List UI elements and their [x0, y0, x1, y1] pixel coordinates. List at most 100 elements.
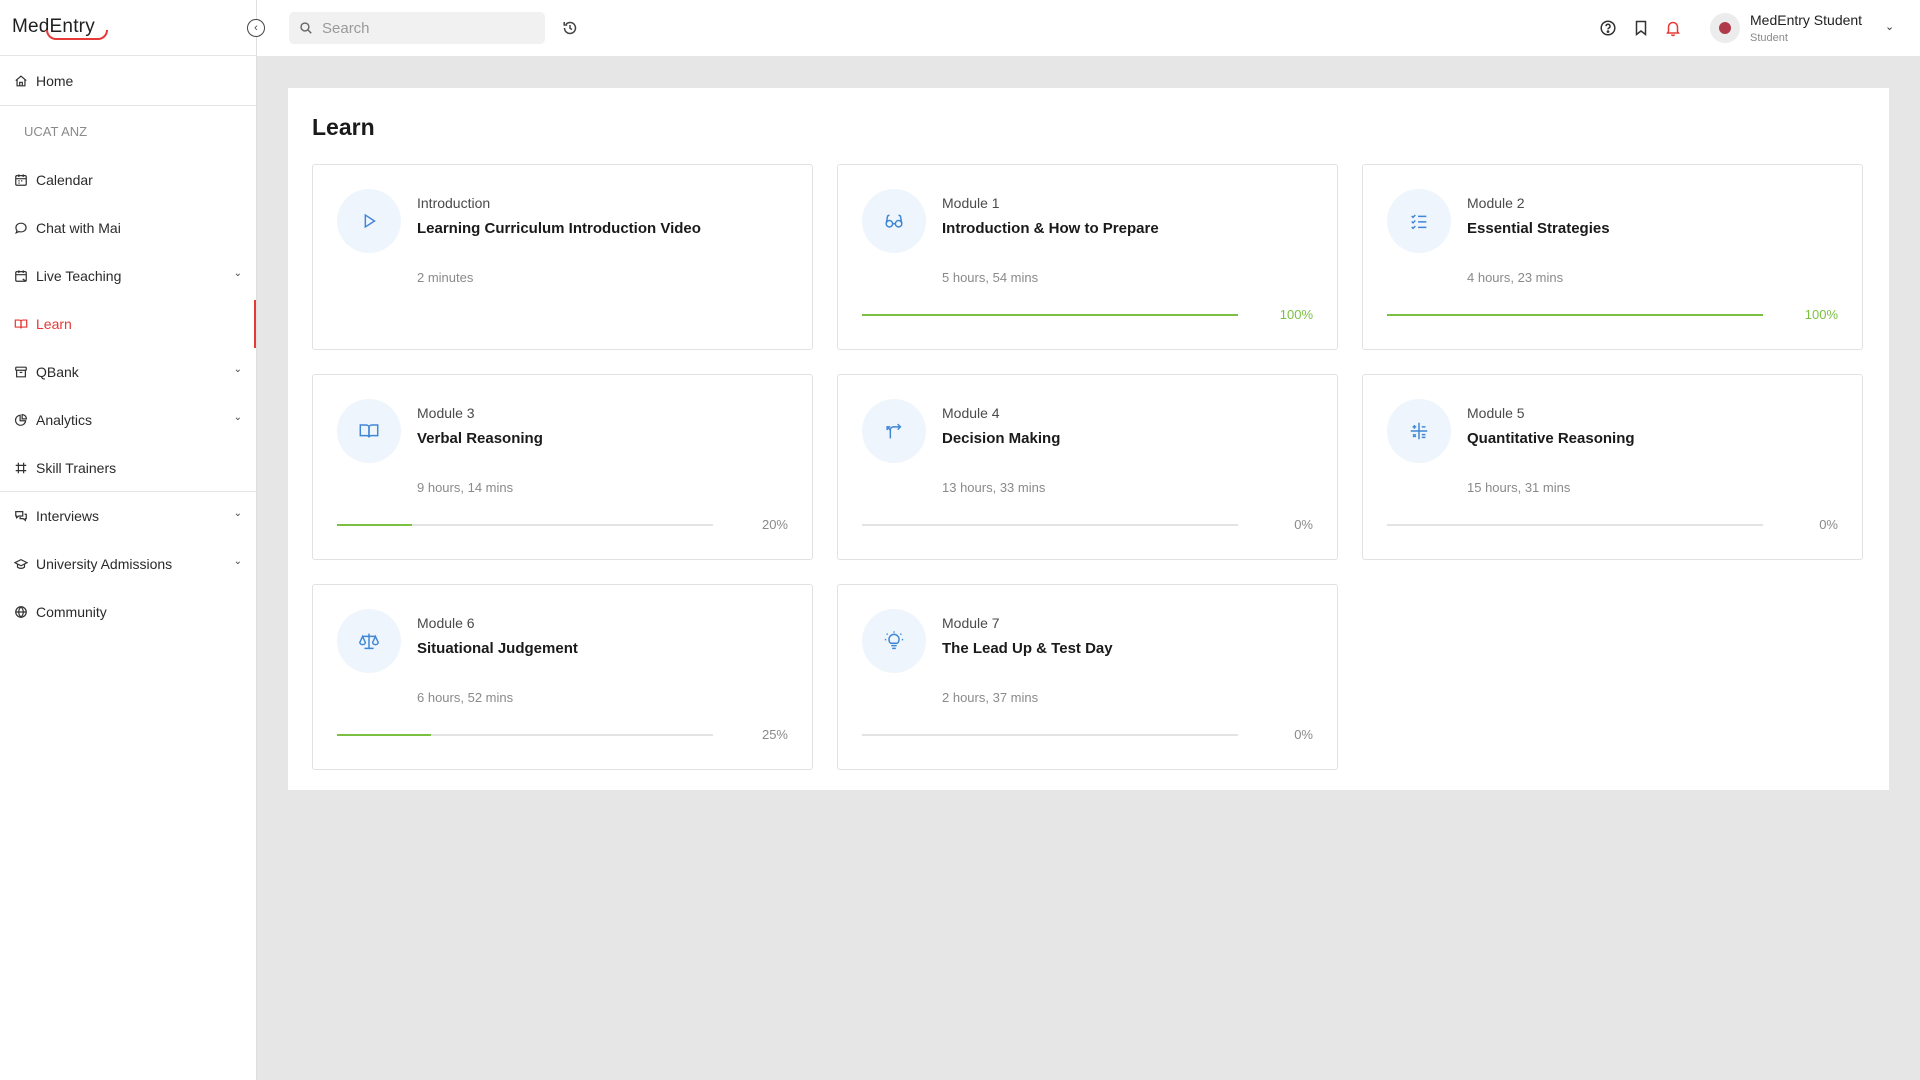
module-card-5[interactable]: Module 5 Quantitative Reasoning 15 hours…: [1362, 374, 1863, 560]
progress-fill: [337, 734, 431, 736]
progress-percent: 0%: [1819, 517, 1838, 532]
page-title: Learn: [312, 114, 375, 140]
chevron-down-icon[interactable]: ⌄: [234, 364, 242, 375]
chat-icon: [13, 220, 29, 236]
card-title: Learning Curriculum Introduction Video: [417, 220, 701, 237]
progress-percent: 0%: [1294, 517, 1313, 532]
module-card-1[interactable]: Module 1 Introduction & How to Prepare 5…: [837, 164, 1338, 350]
history-icon[interactable]: [561, 19, 579, 37]
interviews-icon: [13, 508, 29, 524]
card-kicker: Module 2: [1467, 195, 1525, 211]
progress-percent: 100%: [1804, 307, 1838, 322]
sidebar-item-label: Live Teaching: [36, 268, 122, 284]
module-card-2[interactable]: Module 2 Essential Strategies 4 hours, 2…: [1362, 164, 1863, 350]
sidebar-item-label: Skill Trainers: [36, 459, 117, 476]
sidebar-nav-ucat: Calendar Chat with Mai Live Teaching ⌄ L…: [0, 156, 256, 636]
card-kicker: Introduction: [417, 195, 491, 211]
card-duration: 9 hours, 14 mins: [417, 480, 514, 495]
sidebar-header: MedEntry: [0, 0, 256, 56]
home-icon: [13, 73, 29, 89]
sidebar-item-interviews[interactable]: Interviews ⌄: [0, 492, 256, 540]
card-title: The Lead Up & Test Day: [942, 640, 1113, 657]
search-icon: [299, 21, 313, 35]
module-card-introduction[interactable]: Introduction Learning Curriculum Introdu…: [312, 164, 813, 350]
sidebar-item-label: Home: [36, 72, 74, 89]
progress-bar: [862, 314, 1238, 316]
chevron-down-icon[interactable]: ⌄: [234, 556, 242, 567]
card-duration: 5 hours, 54 mins: [942, 270, 1039, 285]
lightbulb-icon: [862, 609, 926, 673]
play-icon: [337, 189, 401, 253]
skill-trainers-icon: [13, 460, 29, 476]
card-kicker: Module 5: [1467, 405, 1525, 421]
search-box[interactable]: [289, 12, 545, 44]
learn-panel: Learn Introduction Learning Curriculum I…: [288, 88, 1889, 790]
sidebar-item-home[interactable]: Home: [0, 56, 256, 106]
book-icon: [13, 316, 29, 332]
sidebar-item-chat-with-mai[interactable]: Chat with Mai: [0, 204, 256, 252]
open-book-icon: [337, 399, 401, 463]
module-card-7[interactable]: Module 7 The Lead Up & Test Day 2 hours,…: [837, 584, 1338, 770]
calendar-icon: [13, 172, 29, 188]
card-duration: 4 hours, 23 mins: [1467, 270, 1564, 285]
progress-fill: [337, 524, 413, 526]
progress-percent: 20%: [761, 517, 788, 532]
collapse-sidebar-icon[interactable]: ‹: [247, 19, 265, 37]
user-name: MedEntry Student: [1750, 12, 1863, 28]
progress-fill: [862, 314, 1238, 316]
logo-smile-mark: [46, 30, 108, 40]
sidebar-item-label: Learn: [36, 316, 72, 332]
sidebar-item-label: QBank: [36, 364, 79, 380]
card-title: Decision Making: [942, 430, 1061, 447]
card-kicker: Module 6: [417, 615, 475, 631]
chevron-down-icon[interactable]: ⌄: [234, 268, 242, 279]
sidebar-item-live-teaching[interactable]: Live Teaching ⌄: [0, 252, 256, 300]
user-role: Student: [1750, 32, 1788, 44]
qbank-icon: [13, 364, 29, 380]
checklist-icon: [1387, 189, 1451, 253]
sidebar-item-skill-trainers[interactable]: Skill Trainers: [0, 444, 256, 492]
progress-percent: 0%: [1294, 727, 1313, 742]
module-card-3[interactable]: Module 3 Verbal Reasoning 9 hours, 14 mi…: [312, 374, 813, 560]
calculator-icon: [1387, 399, 1451, 463]
progress-bar: [1387, 314, 1763, 316]
globe-icon: [13, 604, 29, 620]
sidebar-item-learn[interactable]: Learn: [0, 300, 256, 348]
chevron-down-icon[interactable]: ⌄: [1885, 20, 1894, 33]
progress-percent: 25%: [761, 727, 788, 742]
card-kicker: Module 4: [942, 405, 1000, 421]
card-kicker: Module 1: [942, 195, 1000, 211]
card-title: Introduction & How to Prepare: [942, 220, 1159, 237]
progress-bar: [862, 524, 1238, 526]
split-arrow-icon: [862, 399, 926, 463]
sidebar-item-qbank[interactable]: QBank ⌄: [0, 348, 256, 396]
progress-bar: [862, 734, 1238, 736]
card-title: Situational Judgement: [417, 640, 578, 657]
progress-fill: [1387, 314, 1763, 316]
chevron-down-icon[interactable]: ⌄: [234, 508, 242, 519]
sidebar-item-label: Community: [36, 604, 107, 620]
medentry-logo[interactable]: MedEntry: [12, 16, 108, 40]
chevron-down-icon[interactable]: ⌄: [234, 412, 242, 423]
module-card-6[interactable]: Module 6 Situational Judgement 6 hours, …: [312, 584, 813, 770]
progress-percent: 100%: [1279, 307, 1313, 322]
sidebar-section-ucat-anz: UCAT ANZ: [24, 123, 88, 139]
card-duration: 15 hours, 31 mins: [1467, 480, 1571, 495]
avatar[interactable]: [1710, 13, 1740, 43]
sidebar-item-analytics[interactable]: Analytics ⌄: [0, 396, 256, 444]
card-title: Essential Strategies: [1467, 220, 1610, 237]
bookmark-icon[interactable]: [1632, 19, 1650, 37]
sidebar-item-calendar[interactable]: Calendar: [0, 156, 256, 204]
sidebar-item-university-admissions[interactable]: University Admissions ⌄: [0, 540, 256, 588]
module-card-4[interactable]: Module 4 Decision Making 13 hours, 33 mi…: [837, 374, 1338, 560]
sidebar-nav: Home: [0, 56, 256, 106]
sidebar-item-community[interactable]: Community: [0, 588, 256, 636]
card-title: Verbal Reasoning: [417, 430, 543, 447]
search-input[interactable]: [322, 19, 522, 37]
card-duration: 2 minutes: [417, 270, 474, 285]
progress-bar: [1387, 524, 1763, 526]
card-duration: 2 hours, 37 mins: [942, 690, 1039, 705]
help-icon[interactable]: [1599, 19, 1617, 37]
notification-bell-icon[interactable]: [1664, 19, 1682, 37]
sidebar: MedEntry Home UCAT ANZ Calendar Chat wit…: [0, 0, 257, 1080]
